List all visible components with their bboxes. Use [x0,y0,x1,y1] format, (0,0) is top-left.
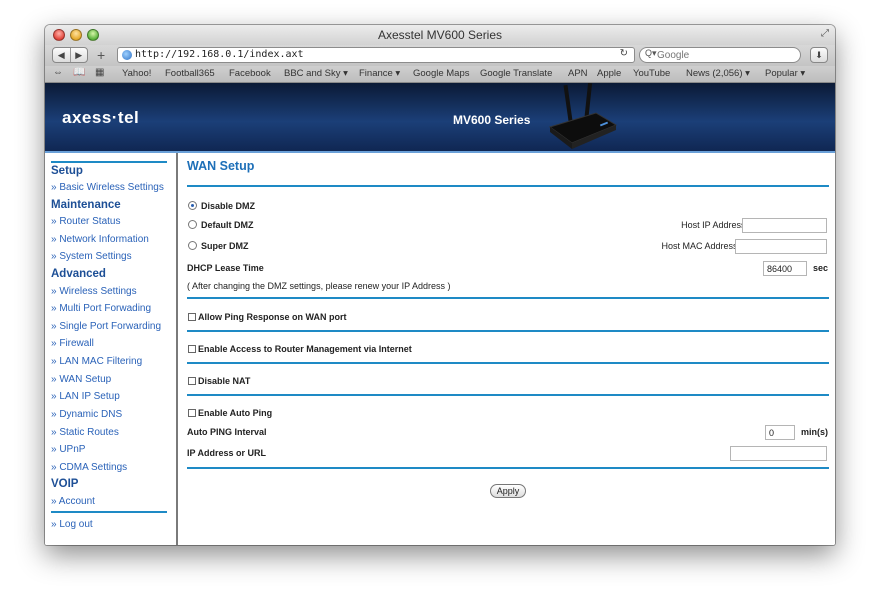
ping-target-label: IP Address or URL [187,448,267,458]
host-mac-input[interactable] [735,239,827,254]
default-dmz-label: Default DMZ [201,220,254,230]
section-divider [187,330,829,332]
sidebar-item-account[interactable]: » Account [51,496,95,507]
section-divider [187,297,829,299]
sidebar-item-upnp[interactable]: » UPnP [51,444,85,455]
enable-remote-access-label: Enable Access to Router Management via I… [198,344,412,354]
allow-ping-label: Allow Ping Response on WAN port [198,312,347,322]
disable-dmz-label: Disable DMZ [201,201,256,211]
wan-setup-panel: WAN Setup Disable DMZ Default DMZ Host I… [178,153,835,545]
bookmarks-book-icon[interactable]: 📖 [73,67,85,78]
browser-toolbar: ◀ ▶ + http://192.168.0.1/index.axt ↻ Q▾ … [45,45,835,66]
ping-target-input[interactable] [730,446,827,461]
bookmark-item[interactable]: Apple [597,68,621,79]
sidebar-item-log-out[interactable]: » Log out [51,519,93,530]
page-title: WAN Setup [187,159,255,173]
section-divider [187,394,829,396]
dhcp-lease-label: DHCP Lease Time [187,263,264,273]
bookmark-item[interactable]: Google Maps [413,68,470,79]
address-bar[interactable]: http://192.168.0.1/index.axt ↻ [117,47,635,63]
dhcp-lease-input[interactable] [763,261,807,276]
fullscreen-icon[interactable]: ⤢ [821,28,829,39]
url-text[interactable]: http://192.168.0.1/index.axt [135,49,304,60]
disable-nat-label: Disable NAT [198,376,251,386]
default-dmz-radio[interactable] [188,220,197,229]
host-ip-input[interactable] [742,218,827,233]
browser-window: Axesstel MV600 Series ⤢ ◀ ▶ + http://192… [45,25,835,545]
sidebar-heading-setup: Setup [51,165,83,177]
enable-auto-ping-label: Enable Auto Ping [198,408,273,418]
bookmark-item[interactable]: Football365 [165,68,215,79]
reading-list-icon[interactable]: ⇔ [53,67,63,78]
bookmark-item[interactable]: Popular ▾ [765,68,805,79]
sidebar-item-basic-wireless[interactable]: » Basic Wireless Settings [51,182,164,193]
section-divider [187,362,829,364]
sidebar-item-cdma-settings[interactable]: » CDMA Settings [51,462,127,473]
bookmark-item[interactable]: Google Translate [480,68,552,79]
sidebar-divider [51,161,167,163]
section-divider [187,467,829,469]
bookmark-item[interactable]: Facebook [229,68,271,79]
top-sites-grid-icon[interactable]: ▦ [95,67,104,78]
sidebar-heading-maintenance: Maintenance [51,199,121,211]
router-device-image [548,83,618,149]
disable-dmz-radio[interactable] [188,201,197,210]
sidebar-item-firewall[interactable]: » Firewall [51,338,94,349]
dmz-renew-note: ( After changing the DMZ settings, pleas… [187,281,451,291]
title-bar: Axesstel MV600 Series ⤢ [45,25,835,45]
sidebar-item-lan-ip-setup[interactable]: » LAN IP Setup [51,391,120,402]
search-field[interactable]: Q▾ [639,47,801,63]
sidebar-nav: Setup » Basic Wireless Settings Maintena… [45,153,178,545]
auto-ping-interval-unit: min(s) [801,427,828,437]
super-dmz-radio[interactable] [188,241,197,250]
sidebar-item-dynamic-dns[interactable]: » Dynamic DNS [51,409,122,420]
bookmark-item[interactable]: News (2,056) ▾ [686,68,750,79]
sidebar-item-network-information[interactable]: » Network Information [51,234,149,245]
search-input[interactable] [657,49,795,61]
sidebar-divider [51,511,167,513]
globe-icon [122,50,132,60]
bookmark-item[interactable]: Yahoo! [122,68,151,79]
new-tab-button[interactable]: + [97,46,105,64]
back-button[interactable]: ◀ [53,48,71,62]
sidebar-item-wan-setup[interactable]: » WAN Setup [51,374,111,385]
sidebar-heading-voip: VOIP [51,478,79,490]
sidebar-item-system-settings[interactable]: » System Settings [51,251,132,262]
auto-ping-interval-input[interactable] [765,425,795,440]
search-icon: Q▾ [645,48,657,58]
brand-logo: axess·tel [62,108,140,127]
disable-nat-checkbox[interactable] [188,377,196,385]
sidebar-item-static-routes[interactable]: » Static Routes [51,427,119,438]
history-buttons: ◀ ▶ [52,47,88,63]
host-ip-label: Host IP Address: [681,220,748,230]
super-dmz-label: Super DMZ [201,241,249,251]
apply-button[interactable]: Apply [490,484,526,498]
sidebar-item-lan-mac-filtering[interactable]: » LAN MAC Filtering [51,356,142,367]
window-title: Axesstel MV600 Series [377,28,503,42]
section-divider [187,185,829,187]
host-mac-label: Host MAC Address: [661,241,740,251]
page-content: axess·tel MV600 Series Setup » Basic Wir… [45,83,835,545]
enable-remote-access-checkbox[interactable] [188,345,196,353]
forward-button[interactable]: ▶ [71,48,88,62]
bookmark-item[interactable]: APN [568,68,588,79]
reload-icon[interactable]: ↻ [620,48,628,59]
downloads-icon[interactable]: ⬇ [810,47,828,63]
router-banner: axess·tel MV600 Series [45,83,835,153]
bookmark-item[interactable]: Finance ▾ [359,68,400,79]
bookmark-item[interactable]: YouTube [633,68,670,79]
sidebar-item-multi-port-forwarding[interactable]: » Multi Port Forwading [51,303,151,314]
bookmark-item[interactable]: BBC and Sky ▾ [284,68,348,79]
sidebar-item-single-port-forwarding[interactable]: » Single Port Forwarding [51,321,161,332]
auto-ping-interval-label: Auto PING Interval [187,427,267,437]
dhcp-lease-unit: sec [813,263,829,273]
allow-ping-checkbox[interactable] [188,313,196,321]
enable-auto-ping-checkbox[interactable] [188,409,196,417]
sidebar-item-router-status[interactable]: » Router Status [51,216,120,227]
model-title: MV600 Series [453,113,531,127]
sidebar-heading-advanced: Advanced [51,268,106,280]
sidebar-item-wireless-settings[interactable]: » Wireless Settings [51,286,137,297]
bookmarks-bar: ⇔ 📖 ▦ Yahoo! Football365 Facebook BBC an… [45,66,835,83]
